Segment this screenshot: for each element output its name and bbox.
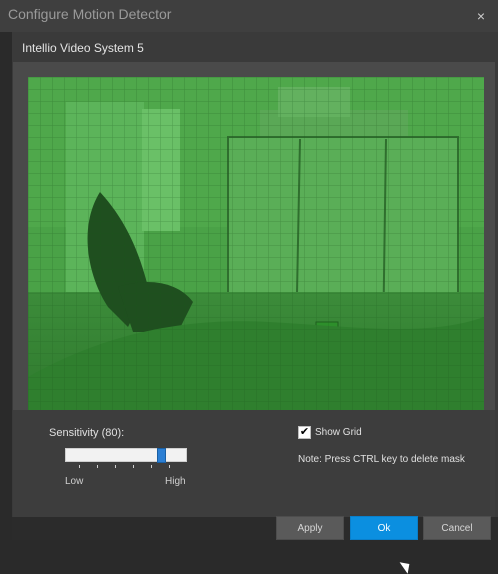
motion-mask-preview[interactable] <box>28 77 484 410</box>
window-title: Configure Motion Detector <box>8 6 172 22</box>
camera-name: Intellio Video System 5 <box>22 41 144 55</box>
show-grid-label: Show Grid <box>315 427 362 438</box>
show-grid-checkbox[interactable]: ✔ <box>298 426 311 439</box>
ok-button[interactable]: Ok <box>350 516 418 540</box>
cancel-button[interactable]: Cancel <box>423 516 491 540</box>
close-icon[interactable]: × <box>470 5 492 27</box>
slider-tick <box>151 465 152 468</box>
slider-tick <box>115 465 116 468</box>
slider-tick <box>169 465 170 468</box>
sensitivity-label: Sensitivity (80): <box>49 427 125 439</box>
sensitivity-slider-thumb[interactable] <box>157 448 166 463</box>
mouse-cursor-icon <box>399 558 414 574</box>
mask-note: Note: Press CTRL key to delete mask <box>298 454 465 465</box>
sensitivity-high-label: High <box>165 476 186 487</box>
title-bar: Configure Motion Detector × <box>0 0 498 33</box>
checkmark-icon: ✔ <box>299 426 310 438</box>
sensitivity-slider[interactable] <box>65 448 187 462</box>
slider-tick <box>97 465 98 468</box>
apply-button[interactable]: Apply <box>276 516 344 540</box>
motion-controls: Sensitivity (80): Low High ✔ Show Grid N… <box>13 410 495 518</box>
slider-tick <box>79 465 80 468</box>
sensitivity-low-label: Low <box>65 476 84 487</box>
dialog-body: Intellio Video System 5 Sensitivity (80)… <box>12 32 498 574</box>
slider-tick <box>133 465 134 468</box>
